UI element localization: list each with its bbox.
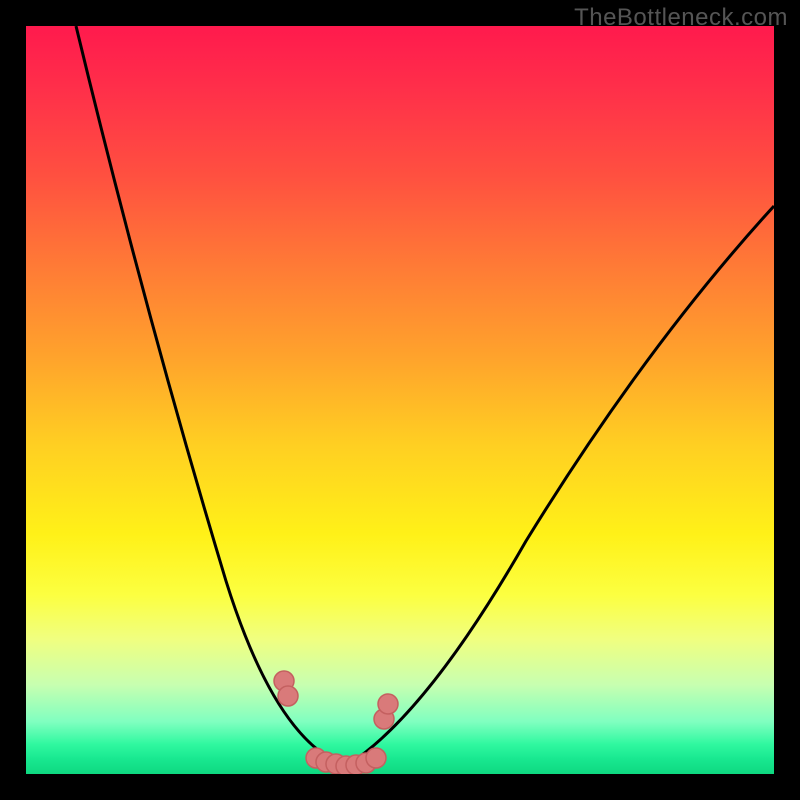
marker-dot	[278, 686, 298, 706]
chart-svg	[26, 26, 774, 774]
marker-dot	[378, 694, 398, 714]
marker-dot	[366, 748, 386, 768]
curve-right	[346, 206, 774, 766]
chart-frame: TheBottleneck.com	[0, 0, 800, 800]
curve-left	[76, 26, 346, 766]
